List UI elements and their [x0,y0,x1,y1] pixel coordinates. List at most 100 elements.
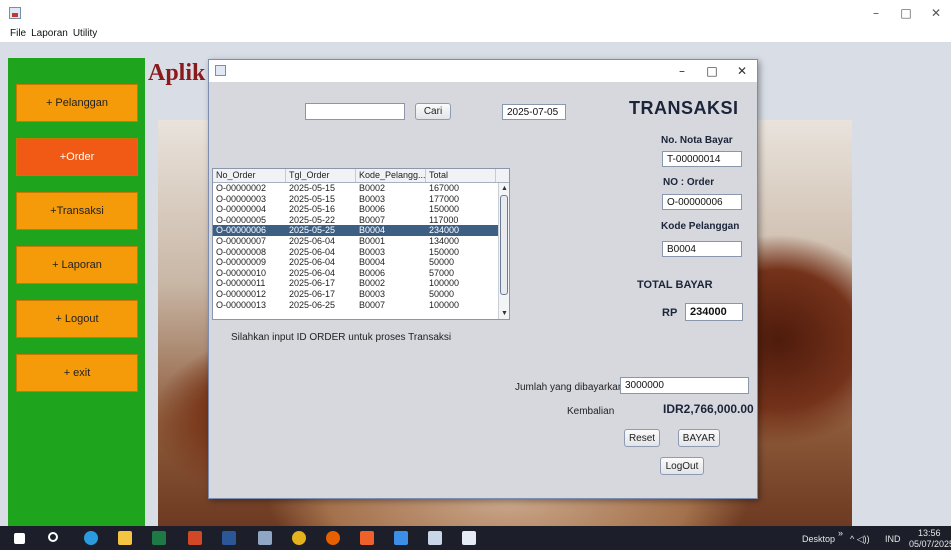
table-scrollbar[interactable]: ▲ ▼ [498,183,509,319]
scroll-up-icon[interactable]: ▲ [500,184,509,193]
jumlah-input[interactable]: 3000000 [620,377,749,394]
app-orange-icon[interactable] [360,531,374,545]
column-header-no-order[interactable]: No_Order [213,169,286,182]
table-row[interactable]: O-00000005 2025-05-22 B0007 117000 [213,215,509,226]
paint-icon[interactable] [258,531,272,545]
scroll-down-icon[interactable]: ▼ [500,309,509,318]
table-cell: 234000 [429,225,460,236]
table-cell: B0003 [359,246,386,257]
table-cell: O-00000013 [216,299,267,310]
column-header-total[interactable]: Total [426,169,496,182]
table-cell: O-00000011 [216,278,266,289]
menu-utility[interactable]: Utility [73,28,97,42]
no-order-field[interactable]: O-00000006 [662,194,742,210]
java-icon [9,7,21,19]
table-cell: 100000 [429,278,460,289]
excel-icon[interactable] [152,531,166,545]
table-cell: 167000 [429,183,460,193]
table-row[interactable]: O-00000007 2025-06-04 B0001 134000 [213,236,509,247]
rp-label: RP [662,307,678,319]
no-nota-field[interactable]: T-00000014 [662,151,742,167]
table-cell: B0003 [359,193,386,204]
table-cell: 50000 [429,257,455,268]
table-body: O-00000002 2025-05-15 B0002 167000 O-0000000… [213,183,509,310]
table-row[interactable]: O-00000012 2025-06-17 B0003 50000 [213,289,509,300]
table-row[interactable]: O-00000004 2025-05-16 B0006 150000 [213,204,509,215]
table-cell: B0007 [359,214,386,225]
sidebar-button-exit[interactable]: + exit [16,354,138,392]
menu-file[interactable]: File [10,28,26,42]
table-cell: 2025-06-04 [289,257,336,268]
menu-laporan[interactable]: Laporan [31,28,68,42]
search-input[interactable] [305,103,405,120]
chevron-icon[interactable]: » [838,528,843,538]
java-icon [215,65,226,76]
cari-button[interactable]: Cari [415,103,451,120]
tray-icons[interactable]: ^ ◁)) [850,534,870,545]
order-table: No_Order Tgl_Order Kode_Pelangg... Total… [212,168,510,320]
total-bayar-label: TOTAL BAYAR [637,279,713,291]
table-row[interactable]: O-00000010 2025-06-04 B0006 57000 [213,268,509,279]
dialog-minimize-button[interactable]: – [673,64,691,78]
sidebar-button-order[interactable]: +Order [16,138,138,176]
bayar-button[interactable]: BAYAR [678,429,720,447]
kode-pelanggan-field[interactable]: B0004 [662,241,742,257]
table-cell: B0002 [359,183,386,193]
table-cell: 2025-06-17 [289,288,336,299]
table-cell: 2025-06-25 [289,299,336,310]
table-cell: 100000 [429,299,460,310]
word-icon[interactable] [222,531,236,545]
table-cell: O-00000010 [216,267,267,278]
java-app-active-icon[interactable] [462,531,476,545]
date-field[interactable]: 2025-07-05 [502,104,566,120]
maximize-button[interactable]: □ [896,6,916,20]
table-cell: 134000 [429,235,460,246]
desktop-label[interactable]: Desktop [802,534,835,544]
dialog-maximize-button[interactable]: □ [703,64,721,78]
minimize-button[interactable]: – [866,6,886,20]
column-header-tgl-order[interactable]: Tgl_Order [286,169,356,182]
table-cell: O-00000007 [216,235,267,246]
reset-button[interactable]: Reset [624,429,660,447]
total-bayar-field[interactable]: 234000 [685,303,743,321]
sidebar: + Pelanggan +Order +Transaksi + Laporan … [8,58,145,526]
table-row[interactable]: O-00000002 2025-05-15 B0002 167000 [213,183,509,194]
close-button[interactable]: ✕ [926,6,946,20]
table-row[interactable]: O-00000013 2025-06-25 B0007 100000 [213,300,509,311]
language-indicator[interactable]: IND [885,534,901,544]
app-blue-icon[interactable] [394,531,408,545]
start-icon[interactable] [14,533,25,544]
dialog-close-button[interactable]: ✕ [733,64,751,78]
java-app-icon[interactable] [428,531,442,545]
table-row[interactable]: O-00000006 2025-05-25 B0004 234000 [213,225,509,236]
table-cell: 2025-05-16 [289,204,336,215]
sidebar-button-laporan[interactable]: + Laporan [16,246,138,284]
table-row[interactable]: O-00000008 2025-06-04 B0003 150000 [213,247,509,258]
clock-date[interactable]: 05/07/2025 [909,539,951,549]
table-row[interactable]: O-00000003 2025-05-15 B0003 177000 [213,194,509,205]
scroll-thumb[interactable] [500,195,508,295]
sidebar-button-pelanggan[interactable]: + Pelanggan [16,84,138,122]
column-header-kode-pelanggan[interactable]: Kode_Pelangg... [356,169,426,182]
table-cell: O-00000005 [216,214,267,225]
search-icon[interactable] [48,532,58,542]
edge-icon[interactable] [84,531,98,545]
table-cell: B0004 [359,257,386,268]
firefox-icon[interactable] [326,531,340,545]
sidebar-button-logout[interactable]: + Logout [16,300,138,338]
table-cell: B0007 [359,299,386,310]
table-cell: 117000 [429,214,459,225]
sidebar-button-transaksi[interactable]: +Transaksi [16,192,138,230]
table-row[interactable]: O-00000009 2025-06-04 B0004 50000 [213,257,509,268]
table-cell: 2025-05-15 [289,193,336,204]
table-header: No_Order Tgl_Order Kode_Pelangg... Total [213,169,509,183]
table-row[interactable]: O-00000011 2025-06-17 B0002 100000 [213,278,509,289]
kembalian-value: IDR2,766,000.00 [663,402,754,416]
chrome-icon[interactable] [292,531,306,545]
powerpoint-icon[interactable] [188,531,202,545]
file-explorer-icon[interactable] [118,531,132,545]
logout-button[interactable]: LogOut [660,457,704,475]
table-cell: B0006 [359,204,386,215]
table-cell: O-00000002 [216,183,267,193]
clock-time[interactable]: 13:56 [918,528,941,538]
